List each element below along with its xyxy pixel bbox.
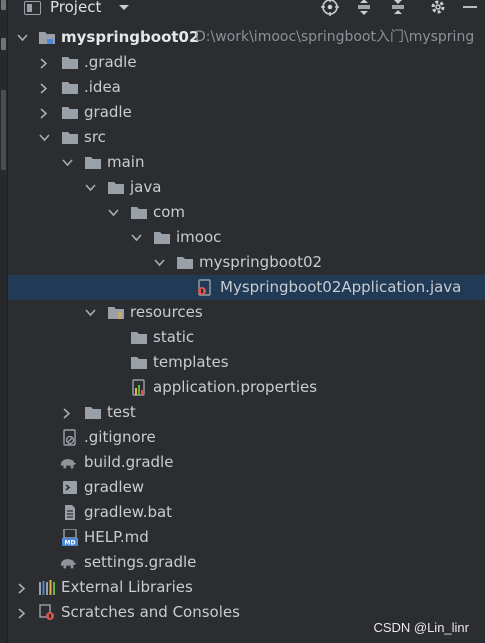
package-icon [177, 257, 193, 269]
tree-item-build-gradle[interactable]: build.gradle [8, 450, 485, 475]
tree-item-label: build.gradle [84, 453, 174, 471]
properties-file-icon [132, 379, 145, 396]
gradle-elephant-icon [60, 559, 77, 569]
chevron-right-icon[interactable] [16, 575, 28, 600]
tree-item-settings-gradle[interactable]: settings.gradle [8, 550, 485, 575]
tree-item-resources[interactable]: resources [8, 300, 485, 325]
gradle-elephant-icon [60, 459, 77, 469]
chevron-right-icon[interactable] [61, 400, 73, 425]
tree-item-label: src [84, 128, 106, 146]
chevron-down-icon[interactable] [153, 250, 165, 275]
tree-item-label: templates [153, 353, 229, 371]
project-path: D:\work\imooc\springboot入门\myspring [195, 29, 475, 45]
tree-item-myspringboot02-package[interactable]: myspringboot02 [8, 250, 485, 275]
tree-item-gradle-dir[interactable]: .gradle [8, 50, 485, 75]
tree-item-application-properties[interactable]: application.properties [8, 375, 485, 400]
text-file-icon [65, 505, 75, 520]
tree-item-src[interactable]: src [8, 125, 485, 150]
gitignore-file-icon [63, 429, 76, 446]
tree-item-imooc[interactable]: imooc [8, 225, 485, 250]
chevron-down-icon[interactable] [107, 200, 119, 225]
hide-icon[interactable] [460, 0, 480, 18]
tree-item-label: Myspringboot02Application.java [220, 278, 462, 296]
locate-icon[interactable] [320, 0, 340, 18]
source-folder-icon [108, 182, 124, 194]
project-view-icon [24, 1, 41, 15]
folder-icon [62, 57, 78, 69]
tree-item-java[interactable]: java [8, 175, 485, 200]
markdown-file-icon: MD [62, 529, 78, 547]
tree-item-label: .gitignore [84, 428, 156, 446]
tree-item-external-libraries[interactable]: External Libraries [8, 575, 485, 600]
tree-item-label: Scratches and Consoles [61, 603, 240, 621]
libraries-icon [39, 580, 55, 595]
tree-item-com[interactable]: com [8, 200, 485, 225]
tree-item-test[interactable]: test [8, 400, 485, 425]
tree-item-label: settings.gradle [84, 553, 197, 571]
panel-title[interactable]: Project [50, 0, 101, 16]
tree-item-label: gradlew.bat [84, 503, 173, 521]
tree-item-label: com [153, 203, 186, 221]
tree-item-label: main [107, 153, 145, 171]
svg-text:MD: MD [65, 540, 76, 547]
project-tree: myspringboot02 D:\work\imooc\springboot入… [8, 25, 485, 625]
tree-item-gitignore[interactable]: .gitignore [8, 425, 485, 450]
package-icon [154, 232, 170, 244]
tree-item-gradle[interactable]: gradle [8, 100, 485, 125]
tree-item-gradlew[interactable]: gradlew [8, 475, 485, 500]
collapse-all-icon[interactable] [388, 0, 408, 18]
tree-item-label: java [130, 178, 162, 196]
chevron-right-icon[interactable] [38, 100, 50, 125]
module-folder-icon [39, 32, 55, 44]
chevron-down-icon[interactable] [84, 175, 96, 200]
tree-item-label: gradlew [84, 478, 145, 496]
tree-item-label: gradle [84, 103, 132, 121]
expand-all-icon[interactable] [354, 0, 374, 18]
chevron-down-icon[interactable] [118, 2, 130, 15]
tree-item-label: .gradle [84, 53, 137, 71]
scratches-icon [39, 604, 54, 620]
chevron-down-icon[interactable] [38, 125, 50, 150]
tree-item-label: imooc [176, 228, 222, 246]
folder-icon [62, 132, 78, 144]
tree-root[interactable]: myspringboot02 D:\work\imooc\springboot入… [8, 25, 485, 50]
folder-icon [131, 357, 147, 369]
folder-icon [85, 407, 101, 419]
java-class-icon [198, 279, 211, 296]
chevron-down-icon[interactable] [130, 225, 142, 250]
package-icon [131, 207, 147, 219]
resource-folder-icon [108, 307, 124, 319]
chevron-down-icon[interactable] [16, 25, 28, 50]
terminal-file-icon [63, 481, 77, 494]
folder-icon [131, 332, 147, 344]
chevron-down-icon[interactable] [61, 150, 73, 175]
chevron-right-icon[interactable] [16, 600, 28, 625]
tree-item-help-md[interactable]: MD HELP.md [8, 525, 485, 550]
tree-item-label: test [107, 403, 136, 421]
folder-icon [85, 157, 101, 169]
tree-item-label: application.properties [153, 378, 318, 396]
tree-item-idea[interactable]: .idea [8, 75, 485, 100]
chevron-down-icon[interactable] [84, 300, 96, 325]
folder-icon [62, 82, 78, 94]
tree-item-label: HELP.md [84, 528, 149, 546]
tree-item-label: External Libraries [61, 578, 193, 596]
tree-item-label: .idea [84, 78, 121, 96]
chevron-right-icon[interactable] [38, 50, 50, 75]
chevron-right-icon[interactable] [38, 75, 50, 100]
tree-item-label: resources [130, 303, 203, 321]
watermark: CSDN @Lin_linr [373, 620, 469, 635]
tree-item-main[interactable]: main [8, 150, 485, 175]
tree-item-application-class[interactable]: Myspringboot02Application.java [8, 275, 485, 300]
folder-icon [62, 107, 78, 119]
tree-item-gradlew-bat[interactable]: gradlew.bat [8, 500, 485, 525]
tree-item-static[interactable]: static [8, 325, 485, 350]
left-tool-strip [0, 0, 8, 643]
project-panel-header: Project [8, 0, 485, 20]
tree-item-label: myspringboot02 [199, 253, 323, 271]
tree-item-templates[interactable]: templates [8, 350, 485, 375]
tree-item-label: myspringboot02 [61, 28, 200, 46]
tree-item-label: static [153, 328, 195, 346]
settings-icon[interactable] [428, 0, 448, 18]
